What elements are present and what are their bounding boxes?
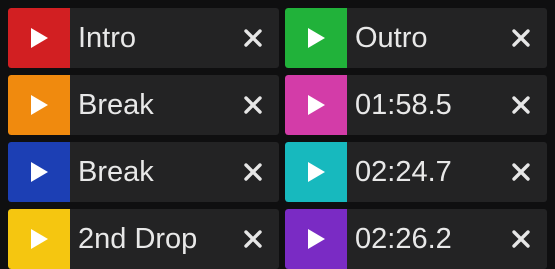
close-icon: [244, 29, 262, 47]
hot-cue-2: Outro: [285, 8, 547, 68]
hot-cue-8: 02:26.2: [285, 209, 547, 269]
hot-cue-play-button[interactable]: [8, 209, 70, 269]
play-icon: [31, 162, 48, 182]
play-icon: [31, 28, 48, 48]
hot-cue-label[interactable]: 02:26.2: [347, 209, 495, 269]
hot-cue-play-button[interactable]: [285, 209, 347, 269]
delete-cue-button[interactable]: [227, 209, 279, 269]
hot-cue-label[interactable]: 2nd Drop: [70, 209, 227, 269]
hot-cue-play-button[interactable]: [285, 75, 347, 135]
play-icon: [31, 95, 48, 115]
close-icon: [512, 29, 530, 47]
play-icon: [308, 162, 325, 182]
hot-cue-play-button[interactable]: [8, 8, 70, 68]
delete-cue-button[interactable]: [495, 142, 547, 202]
delete-cue-button[interactable]: [227, 8, 279, 68]
close-icon: [512, 96, 530, 114]
hot-cue-play-button[interactable]: [8, 75, 70, 135]
play-icon: [308, 95, 325, 115]
close-icon: [244, 96, 262, 114]
hot-cue-label[interactable]: Outro: [347, 8, 495, 68]
delete-cue-button[interactable]: [495, 8, 547, 68]
close-icon: [244, 230, 262, 248]
hot-cue-6: 02:24.7: [285, 142, 547, 202]
play-icon: [31, 229, 48, 249]
hot-cue-play-button[interactable]: [285, 142, 347, 202]
hot-cue-play-button[interactable]: [285, 8, 347, 68]
close-icon: [512, 163, 530, 181]
delete-cue-button[interactable]: [495, 209, 547, 269]
close-icon: [512, 230, 530, 248]
hot-cue-label[interactable]: Intro: [70, 8, 227, 68]
play-icon: [308, 229, 325, 249]
hot-cue-play-button[interactable]: [8, 142, 70, 202]
delete-cue-button[interactable]: [227, 142, 279, 202]
hot-cue-3: Break: [8, 75, 279, 135]
hot-cue-label[interactable]: 01:58.5: [347, 75, 495, 135]
hot-cue-4: 01:58.5: [285, 75, 547, 135]
close-icon: [244, 163, 262, 181]
hot-cue-1: Intro: [8, 8, 279, 68]
play-icon: [308, 28, 325, 48]
hot-cue-7: 2nd Drop: [8, 209, 279, 269]
delete-cue-button[interactable]: [495, 75, 547, 135]
hot-cue-grid: Intro Outro Break 01:58.5 Break 02:24.7 2nd Dr…: [0, 0, 555, 269]
hot-cue-label[interactable]: 02:24.7: [347, 142, 495, 202]
hot-cue-label[interactable]: Break: [70, 142, 227, 202]
hot-cue-label[interactable]: Break: [70, 75, 227, 135]
delete-cue-button[interactable]: [227, 75, 279, 135]
hot-cue-5: Break: [8, 142, 279, 202]
